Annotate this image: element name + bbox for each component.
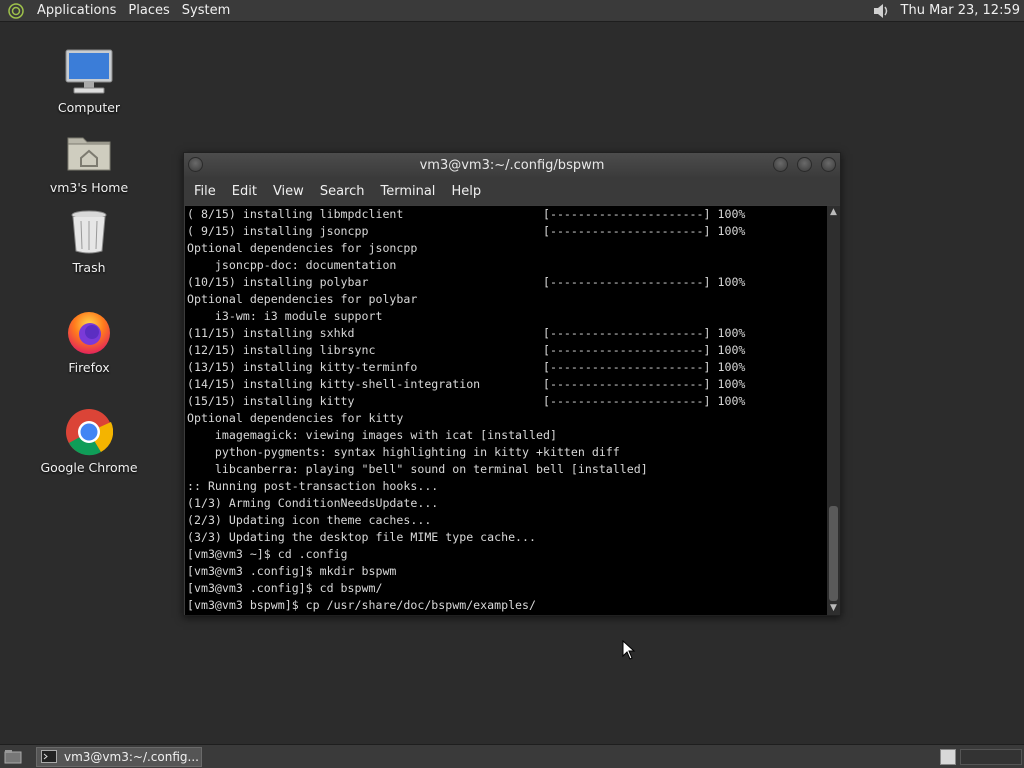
scroll-down-arrow-icon[interactable]: ▼ [827,602,840,615]
workspace-1[interactable] [940,749,956,765]
terminal-line: python-pygments: syntax highlighting in … [187,445,620,459]
terminal-output[interactable]: ( 8/15) installing libmpdclient [-------… [185,206,827,615]
terminal-line: [vm3@vm3 .config]$ mkdir bspwm [187,564,397,578]
desktop-icon-label: Google Chrome [40,460,138,475]
terminal-line: jsoncpp-doc: documentation [187,258,397,272]
desktop-icon-label: Trash [72,260,106,275]
terminal-line: Optional dependencies for kitty [187,411,404,425]
volume-icon[interactable] [871,1,891,21]
terminal-line: (12/15) installing librsync [-----------… [187,343,746,357]
menu-help[interactable]: Help [443,184,489,199]
taskbar-terminal-button[interactable]: vm3@vm3:~/.config... [36,746,202,767]
mouse-cursor-icon [622,639,636,660]
system-menu[interactable]: System [176,3,236,18]
terminal-line: i3-wm: i3 module support [187,309,383,323]
terminal-line: imagemagick: viewing images with icat [i… [187,428,557,442]
computer-icon [63,46,115,98]
terminal-line: (11/15) installing sxhkd [--------------… [187,326,746,340]
menu-search[interactable]: Search [312,184,373,199]
desktop-icon-label: vm3's Home [49,180,129,195]
terminal-line: libcanberra: playing "bell" sound on ter… [187,462,648,476]
terminal-window[interactable]: vm3@vm3:~/.config/bspwm File Edit View S… [183,152,841,616]
terminal-line: Optional dependencies for jsoncpp [187,241,418,255]
terminal-line: [vm3@vm3 .config]$ cd bspwm/ [187,581,383,595]
terminal-line: (2/3) Updating icon theme caches... [187,513,432,527]
home-folder-icon [63,126,115,178]
terminal-scrollbar[interactable]: ▲ ▼ [827,206,840,615]
terminal-menubar: File Edit View Search Terminal Help [184,177,840,205]
menu-view[interactable]: View [265,184,312,199]
window-menu-button[interactable] [188,157,203,172]
scroll-up-arrow-icon[interactable]: ▲ [827,206,840,219]
desktop-icon-chrome[interactable]: Google Chrome [34,406,144,475]
terminal-line: ( 9/15) installing jsoncpp [------------… [187,224,746,238]
desktop-icon-computer[interactable]: Computer [34,46,144,115]
terminal-line: (13/15) installing kitty-terminfo [-----… [187,360,746,374]
menu-edit[interactable]: Edit [224,184,265,199]
window-title: vm3@vm3:~/.config/bspwm [419,157,605,173]
terminal-line: [vm3@vm3 ~]$ cd .config [187,547,348,561]
top-panel: Applications Places System Thu Mar 23, 1… [0,0,1024,22]
window-titlebar[interactable]: vm3@vm3:~/.config/bspwm [184,153,840,177]
terminal-icon [41,750,57,764]
firefox-icon [63,306,115,358]
close-button[interactable] [821,157,836,172]
show-desktop-icon[interactable] [2,746,24,768]
desktop-icon-home[interactable]: vm3's Home [34,126,144,195]
places-menu[interactable]: Places [122,3,175,18]
desktop-icon-label: Computer [57,100,121,115]
menu-file[interactable]: File [186,184,224,199]
terminal-line: Optional dependencies for polybar [187,292,418,306]
taskbar-button-label: vm3@vm3:~/.config... [64,749,199,764]
terminal-line: (15/15) installing kitty [--------------… [187,394,746,408]
desktop-icon-trash[interactable]: Trash [34,206,144,275]
workspace-switcher[interactable] [960,749,1022,765]
bottom-panel: vm3@vm3:~/.config... [0,744,1024,768]
desktop-icon-firefox[interactable]: Firefox [34,306,144,375]
terminal-line: [vm3@vm3 bspwm]$ cp /usr/share/doc/bspwm… [187,598,537,612]
desktop-icon-label: Firefox [68,360,110,375]
terminal-line: :: Running post-transaction hooks... [187,479,439,493]
clock[interactable]: Thu Mar 23, 12:59 [895,3,1024,18]
terminal-line: (1/3) Arming ConditionNeedsUpdate... [187,496,439,510]
minimize-button[interactable] [773,157,788,172]
chrome-icon [63,406,115,458]
terminal-line: ( 8/15) installing libmpdclient [-------… [187,207,746,221]
terminal-line: (10/15) installing polybar [------------… [187,275,746,289]
trash-icon [63,206,115,258]
maximize-button[interactable] [797,157,812,172]
menu-terminal[interactable]: Terminal [372,184,443,199]
distro-logo-icon[interactable] [7,2,25,20]
scroll-thumb[interactable] [829,506,838,601]
terminal-line: (3/3) Updating the desktop file MIME typ… [187,530,537,544]
applications-menu[interactable]: Applications [31,3,122,18]
terminal-line: (14/15) installing kitty-shell-integrati… [187,377,746,391]
